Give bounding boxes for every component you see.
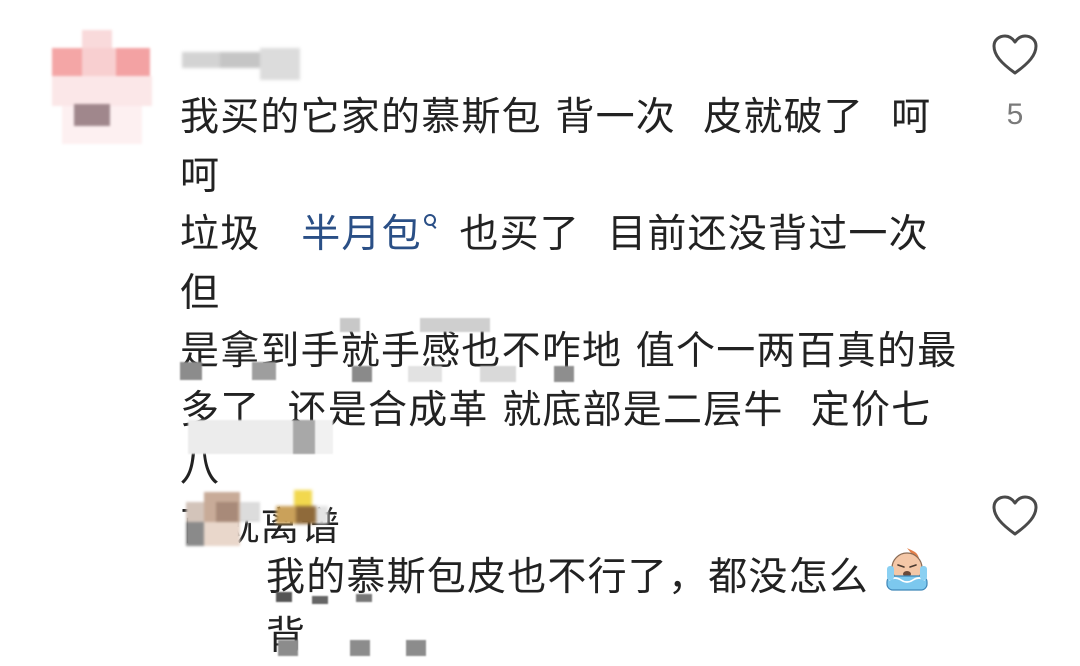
- keyword-link[interactable]: 半月包: [301, 212, 446, 257]
- comment-thread: 我买的它家的慕斯包 背一次 皮就破了 呵呵 垃圾 半月包 也买了 目前还没背过一…: [0, 0, 1080, 665]
- like-button[interactable]: [991, 494, 1039, 538]
- crying-face-emoji: [886, 548, 928, 591]
- heart-outline-icon: [992, 495, 1038, 536]
- heart-outline-icon: [992, 34, 1038, 75]
- comment-meta: [266, 586, 566, 656]
- search-icon: [423, 214, 436, 236]
- username[interactable]: [276, 490, 336, 534]
- username[interactable]: [182, 48, 302, 84]
- like-count: 5: [1006, 98, 1024, 131]
- like-button[interactable]: [991, 33, 1039, 77]
- avatar[interactable]: [52, 30, 152, 145]
- avatar[interactable]: [186, 492, 260, 552]
- comment-meta: [180, 318, 740, 388]
- view-replies[interactable]: [188, 418, 338, 458]
